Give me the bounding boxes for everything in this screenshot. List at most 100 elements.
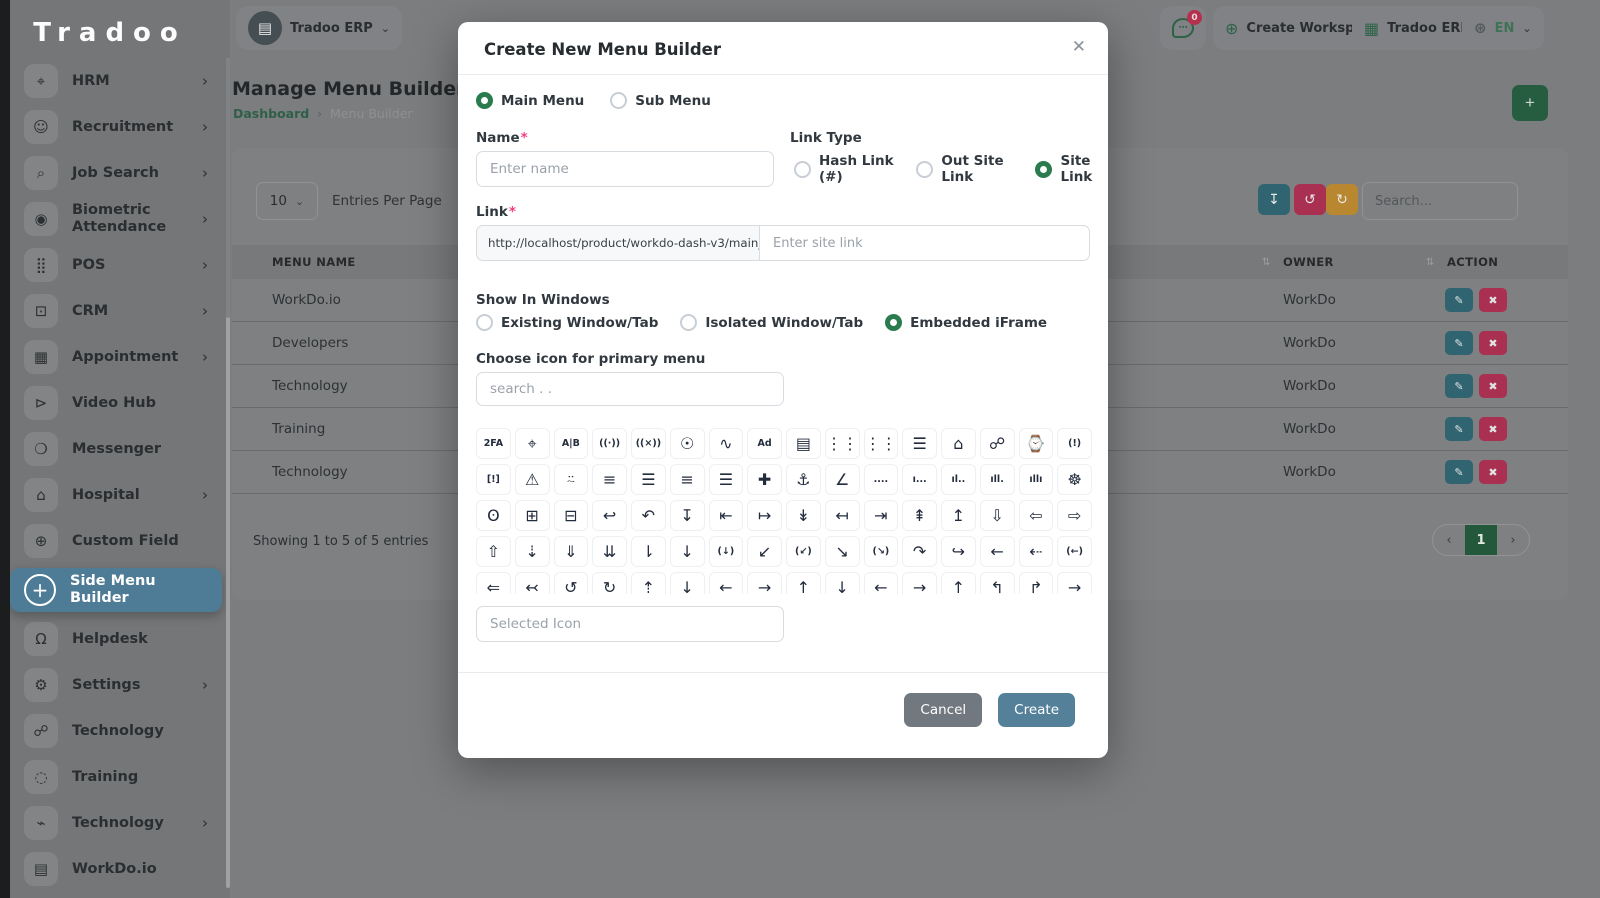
arrow-narrow-down-icon[interactable]: ↓	[825, 572, 860, 594]
alarm-icon[interactable]: ⌚	[1019, 428, 1054, 459]
arrow-down-circle-icon[interactable]: (↓)	[709, 536, 744, 567]
align-justified-icon[interactable]: ☰	[631, 464, 666, 495]
sidebar-item-custom-field[interactable]: ⊕Custom Field	[10, 518, 222, 564]
edit-button[interactable]: ✎	[1445, 331, 1473, 355]
sidebar-item-side-menu-builder[interactable]: +Side Menu Builder	[10, 568, 222, 612]
arrow-bar-left-icon[interactable]: ⇤	[709, 500, 744, 531]
radio-embedded-iframe[interactable]: Embedded iFrame	[885, 314, 1047, 331]
2fa-icon[interactable]: 2FA	[476, 428, 511, 459]
arrow-forward-up-icon[interactable]: ↪	[941, 536, 976, 567]
arrow-down-right-icon[interactable]: ↘	[825, 536, 860, 567]
sidebar-item-biometric-attendance[interactable]: ◉Biometric Attendance›	[10, 196, 222, 242]
access-point-icon[interactable]: ((·))	[592, 428, 627, 459]
edit-button[interactable]: ✎	[1445, 288, 1473, 312]
antenna-bars-5-icon[interactable]: ıllı	[1019, 464, 1054, 495]
radio-existing-window-tab[interactable]: Existing Window/Tab	[476, 314, 658, 331]
arrow-loop-right-icon[interactable]: ↻	[592, 572, 627, 594]
arrow-bar-to-down-icon[interactable]: ↡	[786, 500, 821, 531]
column-menu-name[interactable]: MENU NAME	[272, 255, 356, 269]
arrow-bottom-circle-icon[interactable]: ⇓	[554, 536, 589, 567]
table-search-input[interactable]	[1362, 182, 1518, 220]
arrow-merge-icon[interactable]: ⇡	[631, 572, 666, 594]
alien-icon[interactable]: ⍨	[554, 464, 589, 495]
arrow-big-left-icon[interactable]: ⇦	[1019, 500, 1054, 531]
arrow-loop-left-icon[interactable]: ↺	[554, 572, 589, 594]
ambulance-icon[interactable]: ✚	[747, 464, 782, 495]
radio-out-site-link[interactable]: Out Site Link	[916, 153, 1014, 185]
aperture-icon[interactable]: ☸	[1057, 464, 1092, 495]
radio-sub-menu[interactable]: Sub Menu	[610, 92, 711, 109]
delete-button[interactable]: ✖	[1479, 417, 1507, 441]
antenna-bars-3-icon[interactable]: ıl..	[941, 464, 976, 495]
a-b-icon[interactable]: A|B	[554, 428, 589, 459]
arrow-ramp-right-icon[interactable]: ↱	[1019, 572, 1054, 594]
affiliate-icon[interactable]: ☍	[980, 428, 1015, 459]
arrow-down-left-circle-icon[interactable]: (↙)	[786, 536, 821, 567]
arrow-left-tail-icon[interactable]: ↢	[515, 572, 550, 594]
arrow-back-up-icon[interactable]: ↶	[631, 500, 666, 531]
add-menu-button[interactable]: +	[1512, 85, 1548, 121]
sidebar-item-crm[interactable]: ⊡CRM›	[10, 288, 222, 334]
alert-triangle-icon[interactable]: ⚠	[515, 464, 550, 495]
alert-octagon-icon[interactable]: [!]	[476, 464, 511, 495]
arrow-down-right-circle-icon[interactable]: (↘)	[864, 536, 899, 567]
sidebar-item-technology[interactable]: ⌁Technology›	[10, 800, 222, 846]
archive-icon[interactable]: ⊟	[554, 500, 589, 531]
antenna-bars-1-icon[interactable]: ....	[864, 464, 899, 495]
accessible-icon[interactable]: ☉	[670, 428, 705, 459]
arrow-bar-up-icon[interactable]: ↥	[941, 500, 976, 531]
name-input[interactable]	[476, 151, 774, 187]
delete-button[interactable]: ✖	[1479, 331, 1507, 355]
sidebar-item-recruitment[interactable]: ☺Recruitment›	[10, 104, 222, 150]
sidebar-scrollbar-thumb[interactable]	[226, 58, 230, 318]
arrow-left-square-icon[interactable]: ⇐	[476, 572, 511, 594]
align-center-icon[interactable]: ≡	[592, 464, 627, 495]
arrow-bottom-tail-icon[interactable]: ⇂	[631, 536, 666, 567]
arrow-move-right-icon[interactable]: →	[747, 572, 782, 594]
ad-2-icon[interactable]: ▤	[786, 428, 821, 459]
sidebar-item-hospital[interactable]: ⌂Hospital›	[10, 472, 222, 518]
selected-icon-input[interactable]	[476, 606, 784, 642]
anchor-icon[interactable]: ⚓	[786, 464, 821, 495]
sidebar-item-workdo-io[interactable]: ▤WorkDo.io	[10, 846, 222, 892]
sidebar-item-job-search[interactable]: ⌕Job Search›	[10, 150, 222, 196]
apple-icon[interactable]: ʘ	[476, 500, 511, 531]
align-left-icon[interactable]: ≡	[670, 464, 705, 495]
adjustments-icon[interactable]: ⋮⋮	[825, 428, 860, 459]
arrow-bar-to-up-icon[interactable]: ⇞	[902, 500, 937, 531]
arrow-ramp-left-icon[interactable]: ↰	[980, 572, 1015, 594]
pagination-prev[interactable]: ‹	[1433, 525, 1465, 555]
cancel-button[interactable]: Cancel	[904, 693, 982, 727]
arrow-big-up-icon[interactable]: ⇧	[476, 536, 511, 567]
delete-button[interactable]: ✖	[1479, 288, 1507, 312]
refresh-button[interactable]: ↻	[1326, 184, 1358, 215]
arrow-narrow-up-icon[interactable]: ↑	[941, 572, 976, 594]
activity-icon[interactable]: ∿	[709, 428, 744, 459]
arrow-left-circle-icon[interactable]: (←)	[1057, 536, 1092, 567]
arrow-down-icon[interactable]: ↓	[670, 536, 705, 567]
arrow-move-up-icon[interactable]: ↑	[786, 572, 821, 594]
adjustments-alt-icon[interactable]: ⋮⋮	[864, 428, 899, 459]
arrow-narrow-right-icon[interactable]: →	[902, 572, 937, 594]
close-icon[interactable]: ✕	[1072, 37, 1086, 57]
alert-circle-icon[interactable]: (!)	[1057, 428, 1092, 459]
undo-button[interactable]: ↺	[1294, 184, 1326, 215]
arrow-narrow-left-icon[interactable]: ←	[864, 572, 899, 594]
arrow-down-left-icon[interactable]: ↙	[747, 536, 782, 567]
sidebar-item-technology[interactable]: ☍Technology	[10, 708, 222, 754]
radio-hash-link[interactable]: Hash Link (#)	[794, 153, 895, 185]
arrow-right-icon[interactable]: →	[1057, 572, 1092, 594]
column-owner[interactable]: OWNER	[1283, 255, 1334, 269]
delete-button[interactable]: ✖	[1479, 374, 1507, 398]
adjustments-horizontal-icon[interactable]: ☰	[902, 428, 937, 459]
arrow-forward-icon[interactable]: ↷	[902, 536, 937, 567]
radio-isolated-window-tab[interactable]: Isolated Window/Tab	[680, 314, 863, 331]
angle-icon[interactable]: ∠	[825, 464, 860, 495]
sidebar-item-hrm[interactable]: ⌖HRM›	[10, 58, 222, 104]
pagination-next[interactable]: ›	[1497, 525, 1529, 555]
sidebar-item-helpdesk[interactable]: ΩHelpdesk	[10, 616, 222, 662]
sidebar-item-messenger[interactable]: ❍Messenger	[10, 426, 222, 472]
sidebar-item-pos[interactable]: ⣿POS›	[10, 242, 222, 288]
arrow-move-left-icon[interactable]: ←	[709, 572, 744, 594]
sort-icon[interactable]: ⇅	[1262, 257, 1270, 268]
